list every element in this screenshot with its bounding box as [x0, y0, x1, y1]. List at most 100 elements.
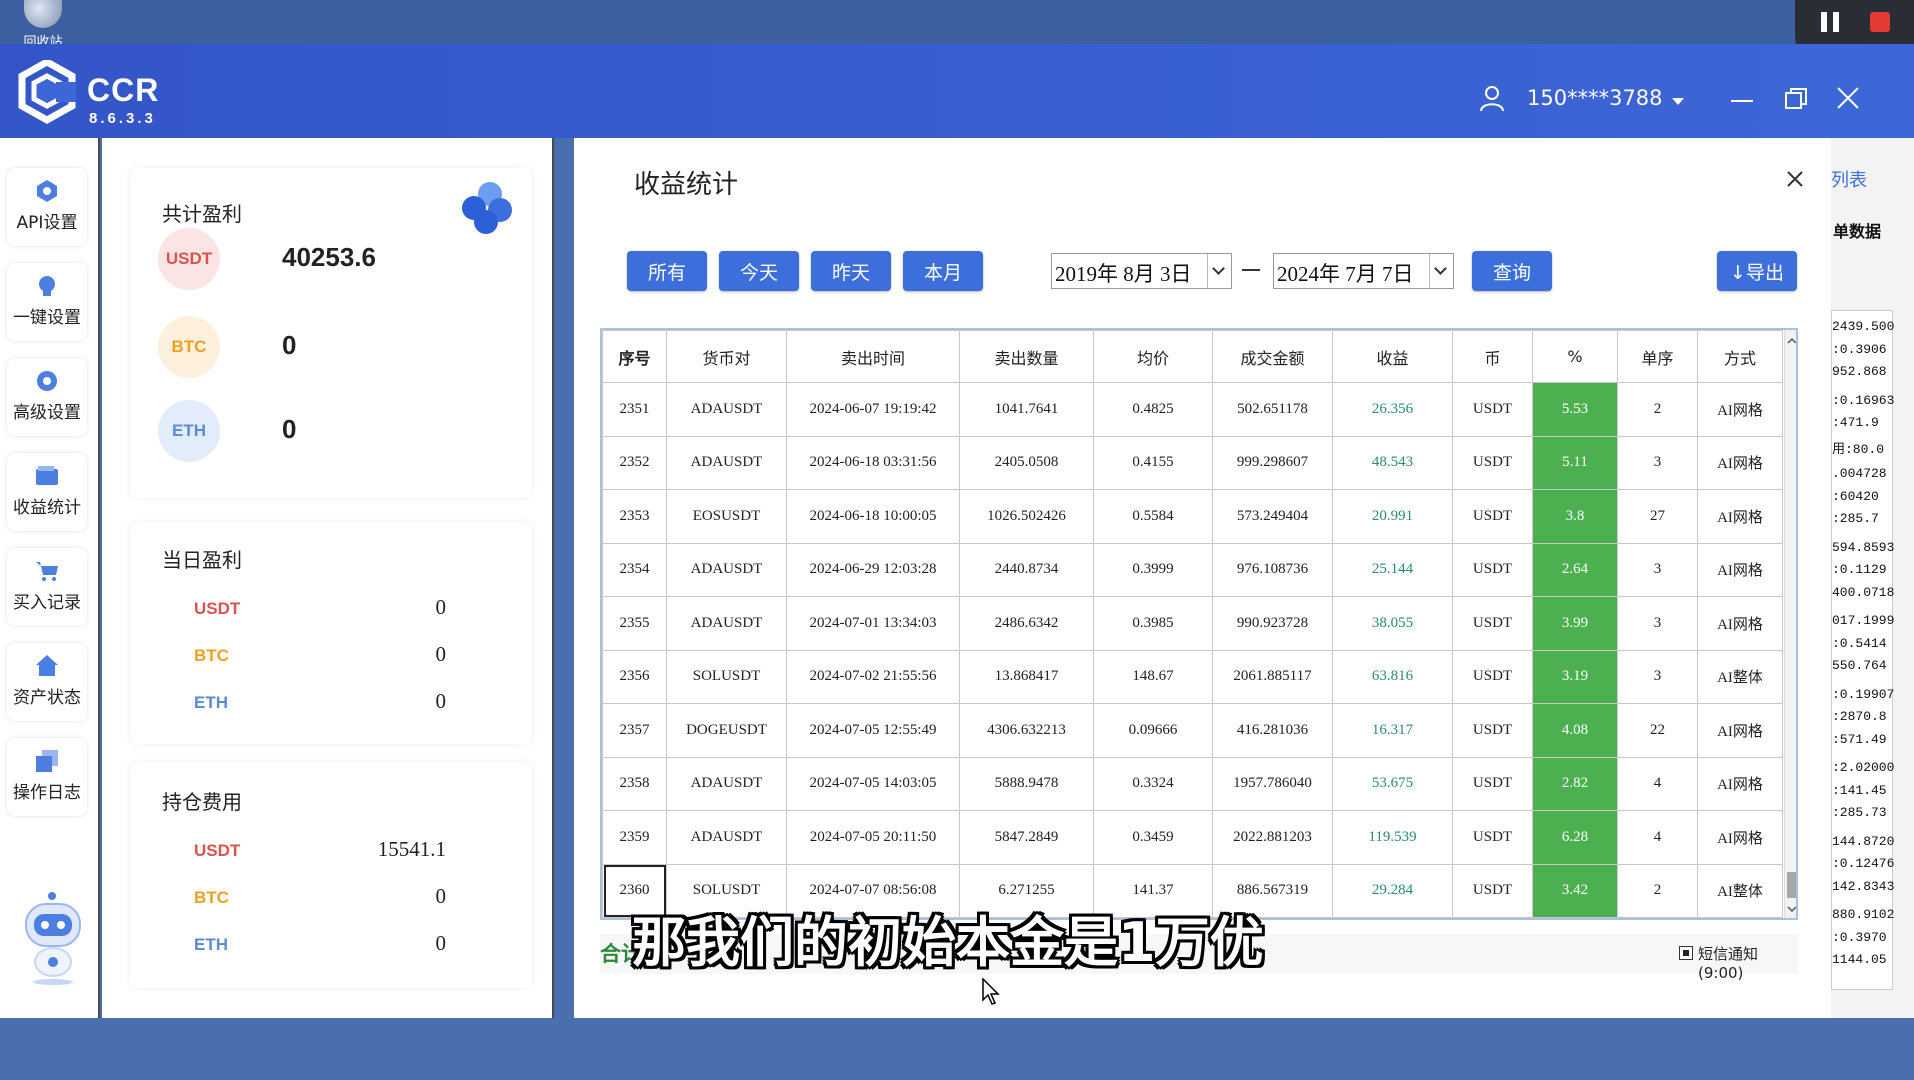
cell-amount: 2022.881203 — [1212, 810, 1333, 865]
cell-mode: AI网格 — [1697, 756, 1783, 811]
nav-item-assets[interactable]: 资产状态 — [7, 643, 87, 721]
date-to-picker[interactable]: 2024年 7月 7日 — [1273, 253, 1454, 289]
column-header[interactable]: 单序 — [1617, 330, 1698, 383]
cell-order-seq: 27 — [1617, 489, 1698, 544]
cell-sell-time: 2024-06-07 19:19:42 — [786, 382, 960, 437]
profit-table-container: 序号 货币对 卖出时间 卖出数量 均价 成交金额 收益 币 % 单序 方式 23… — [600, 328, 1798, 920]
restore-icon[interactable] — [1785, 88, 1807, 110]
background-data-line: :2870.8 — [1832, 709, 1887, 724]
background-data-line: :60420 — [1832, 488, 1879, 504]
nav-item-one-click[interactable]: 一键设置 — [7, 263, 87, 341]
column-header[interactable]: 方式 — [1697, 330, 1783, 383]
background-data-line: 144.8720 — [1832, 833, 1895, 849]
cell-row-id: 2352 — [602, 435, 667, 490]
column-header[interactable]: 卖出时间 — [786, 330, 960, 383]
cell-row-id: 2359 — [602, 810, 667, 865]
card-title: 持仓费用 — [162, 790, 242, 814]
cell-profit: 25.144 — [1332, 542, 1453, 597]
card-title: 共计盈利 — [162, 202, 242, 226]
column-header[interactable]: 均价 — [1093, 330, 1213, 383]
desktop-top-bar: 回收站 — [0, 0, 1914, 50]
background-data-line: :471.9 — [1832, 415, 1879, 430]
filter-month-button[interactable]: 本月 — [903, 251, 983, 291]
nav-item-api[interactable]: API设置 — [7, 168, 87, 246]
table-row[interactable]: 2353 EOSUSDT 2024-06-18 10:00:05 1026.50242… — [602, 489, 1783, 544]
table-row[interactable]: 2355 ADAUSDT 2024-07-01 13:34:03 2486.6342 0… — [602, 596, 1783, 651]
chevron-down-icon[interactable] — [1429, 254, 1453, 288]
nav-item-profit[interactable]: 收益统计 — [7, 453, 87, 531]
home-icon — [36, 655, 58, 676]
query-button[interactable]: 查询 — [1472, 251, 1552, 291]
filter-yesterday-button[interactable]: 昨天 — [811, 251, 891, 291]
cell-avg-price: 0.3999 — [1093, 542, 1213, 597]
sms-checkbox[interactable] — [1679, 946, 1693, 960]
chevron-down-icon[interactable] — [1672, 98, 1684, 105]
daily-usdt-value: 0 — [435, 595, 447, 619]
user-phone[interactable]: 150****3788 — [1527, 86, 1663, 110]
recycle-bin-shortcut[interactable]: 回收站 — [18, 0, 68, 50]
nav-label: 操作日志 — [13, 783, 81, 803]
cell-coin: USDT — [1452, 489, 1533, 544]
table-row[interactable]: 2357 DOGEUSDT 2024-07-05 12:55:49 4306.6322… — [602, 703, 1783, 758]
background-data-line: 017.1999 — [1832, 613, 1895, 628]
table-row[interactable]: 2358 ADAUSDT 2024-07-05 14:03:05 5888.9478 0… — [602, 756, 1783, 811]
cell-profit: 29.284 — [1332, 863, 1453, 918]
close-icon[interactable] — [1786, 170, 1804, 188]
cell-sell-time: 2024-07-05 12:55:49 — [786, 703, 960, 758]
cell-sell-qty: 4306.632213 — [959, 703, 1094, 758]
logo-icon — [18, 60, 76, 124]
table-row[interactable]: 2352 ADAUSDT 2024-06-18 03:31:56 2405.0508 0… — [602, 435, 1783, 490]
close-window-icon[interactable] — [1836, 86, 1860, 110]
position-eth-value: 0 — [435, 931, 447, 955]
robot-assistant-icon[interactable] — [18, 890, 92, 986]
table-row[interactable]: 2359 ADAUSDT 2024-07-05 20:11:50 5847.2849 0… — [602, 810, 1783, 865]
filter-today-button[interactable]: 今天 — [719, 251, 799, 291]
chevron-down-icon[interactable] — [1787, 904, 1797, 914]
column-header[interactable]: 货币对 — [666, 330, 787, 383]
nav-item-logs[interactable]: 操作日志 — [7, 738, 87, 816]
column-header[interactable]: % — [1532, 330, 1618, 383]
scroll-thumb[interactable] — [1787, 872, 1796, 898]
column-header[interactable]: 币 — [1452, 330, 1533, 383]
position-usdt-value: 15541.1 — [377, 837, 446, 861]
log-icon — [36, 750, 58, 772]
filter-all-button[interactable]: 所有 — [627, 251, 707, 291]
background-data-panel: 2439.500:0.3906 952.868:0.16963:471.9 用:80… — [1831, 310, 1895, 990]
cell-order-seq: 2 — [1617, 382, 1698, 437]
date-from-picker[interactable]: 2019年 8月 3日 — [1051, 253, 1232, 289]
export-button[interactable]: ↓导出 — [1717, 251, 1797, 291]
list-tab-label[interactable]: 列表 — [1831, 166, 1867, 192]
usdt-badge: USDT — [158, 228, 220, 290]
cell-order-seq: 22 — [1617, 703, 1698, 758]
gear-icon — [37, 371, 57, 391]
daily-profit-card: 当日盈利 USDT 0 BTC 0 ETH 0 — [130, 522, 532, 744]
total-usdt-value: 40253.6 — [282, 242, 376, 272]
nav-item-advanced[interactable]: 高级设置 — [7, 358, 87, 436]
chevron-up-icon[interactable] — [1787, 336, 1797, 346]
chevron-down-icon[interactable] — [1207, 254, 1231, 288]
table-row[interactable]: 2356 SOLUSDT 2024-07-02 21:55:56 13.868417 1… — [602, 649, 1783, 704]
minimize-icon[interactable] — [1731, 100, 1753, 102]
table-scrollbar[interactable] — [1784, 330, 1797, 918]
cell-pair: SOLUSDT — [666, 649, 787, 704]
nav-label: 资产状态 — [13, 688, 81, 708]
desktop-taskbar-area — [0, 1018, 1914, 1080]
column-header[interactable]: 序号 — [602, 330, 667, 383]
app-version: 8.6.3.3 — [89, 110, 156, 127]
api-icon — [37, 180, 57, 202]
date-from-value: 2019年 8月 3日 — [1055, 262, 1192, 286]
column-header[interactable]: 成交金额 — [1212, 330, 1333, 383]
stop-icon[interactable] — [1870, 12, 1890, 32]
cell-profit: 119.539 — [1332, 810, 1453, 865]
nav-item-buy-records[interactable]: 买入记录 — [7, 548, 87, 626]
app-name: CCR — [87, 72, 160, 108]
table-row[interactable]: 2354 ADAUSDT 2024-06-29 12:03:28 2440.8734 0… — [602, 542, 1783, 597]
column-header[interactable]: 收益 — [1332, 330, 1453, 383]
pause-icon[interactable] — [1821, 12, 1839, 32]
eth-badge: ETH — [158, 400, 220, 462]
cell-pair: ADAUSDT — [666, 542, 787, 597]
background-data-line: .004728 — [1832, 466, 1887, 481]
column-header[interactable]: 卖出数量 — [959, 330, 1094, 383]
table-row[interactable]: 2351 ADAUSDT 2024-06-07 19:19:42 1041.7641 0… — [602, 382, 1783, 437]
recorder-controls — [1795, 0, 1914, 50]
